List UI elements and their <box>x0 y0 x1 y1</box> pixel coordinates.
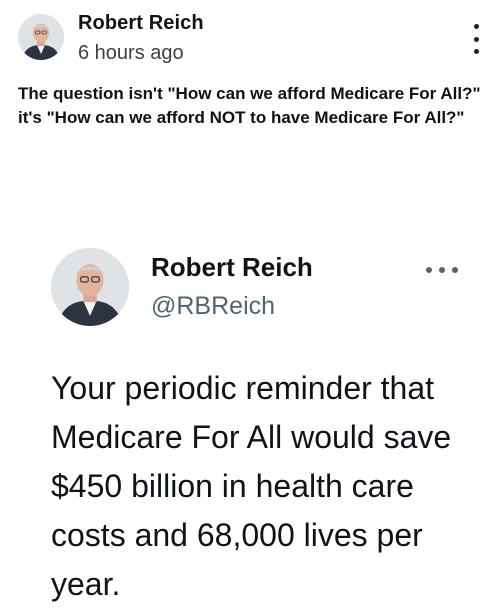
post-author-name[interactable]: Robert Reich <box>78 12 204 35</box>
avatar[interactable] <box>18 14 64 60</box>
menu-dot <box>452 267 458 273</box>
tweet-avatar[interactable] <box>51 248 129 326</box>
embedded-tweet[interactable]: Robert Reich @RBReich Your periodic remi… <box>0 230 500 602</box>
post-header: Robert Reich 6 hours ago <box>18 12 482 68</box>
kebab-menu-icon[interactable] <box>470 24 482 54</box>
more-horizontal-icon[interactable] <box>426 266 458 274</box>
menu-dot <box>473 49 479 54</box>
author-avatar-icon <box>51 248 129 326</box>
menu-dot <box>473 36 479 42</box>
tweet-author-name[interactable]: Robert Reich <box>151 252 313 283</box>
post-timestamp: 6 hours ago <box>78 42 184 64</box>
author-avatar-icon <box>18 14 64 60</box>
tweet-author-handle[interactable]: @RBReich <box>151 292 275 321</box>
menu-dot <box>439 267 445 273</box>
post-body-text: The question isn't "How can we afford Me… <box>18 84 481 127</box>
menu-dot <box>426 267 432 273</box>
tweet-body-text: Your periodic reminder that Medicare For… <box>51 370 452 602</box>
menu-dot <box>473 24 479 29</box>
